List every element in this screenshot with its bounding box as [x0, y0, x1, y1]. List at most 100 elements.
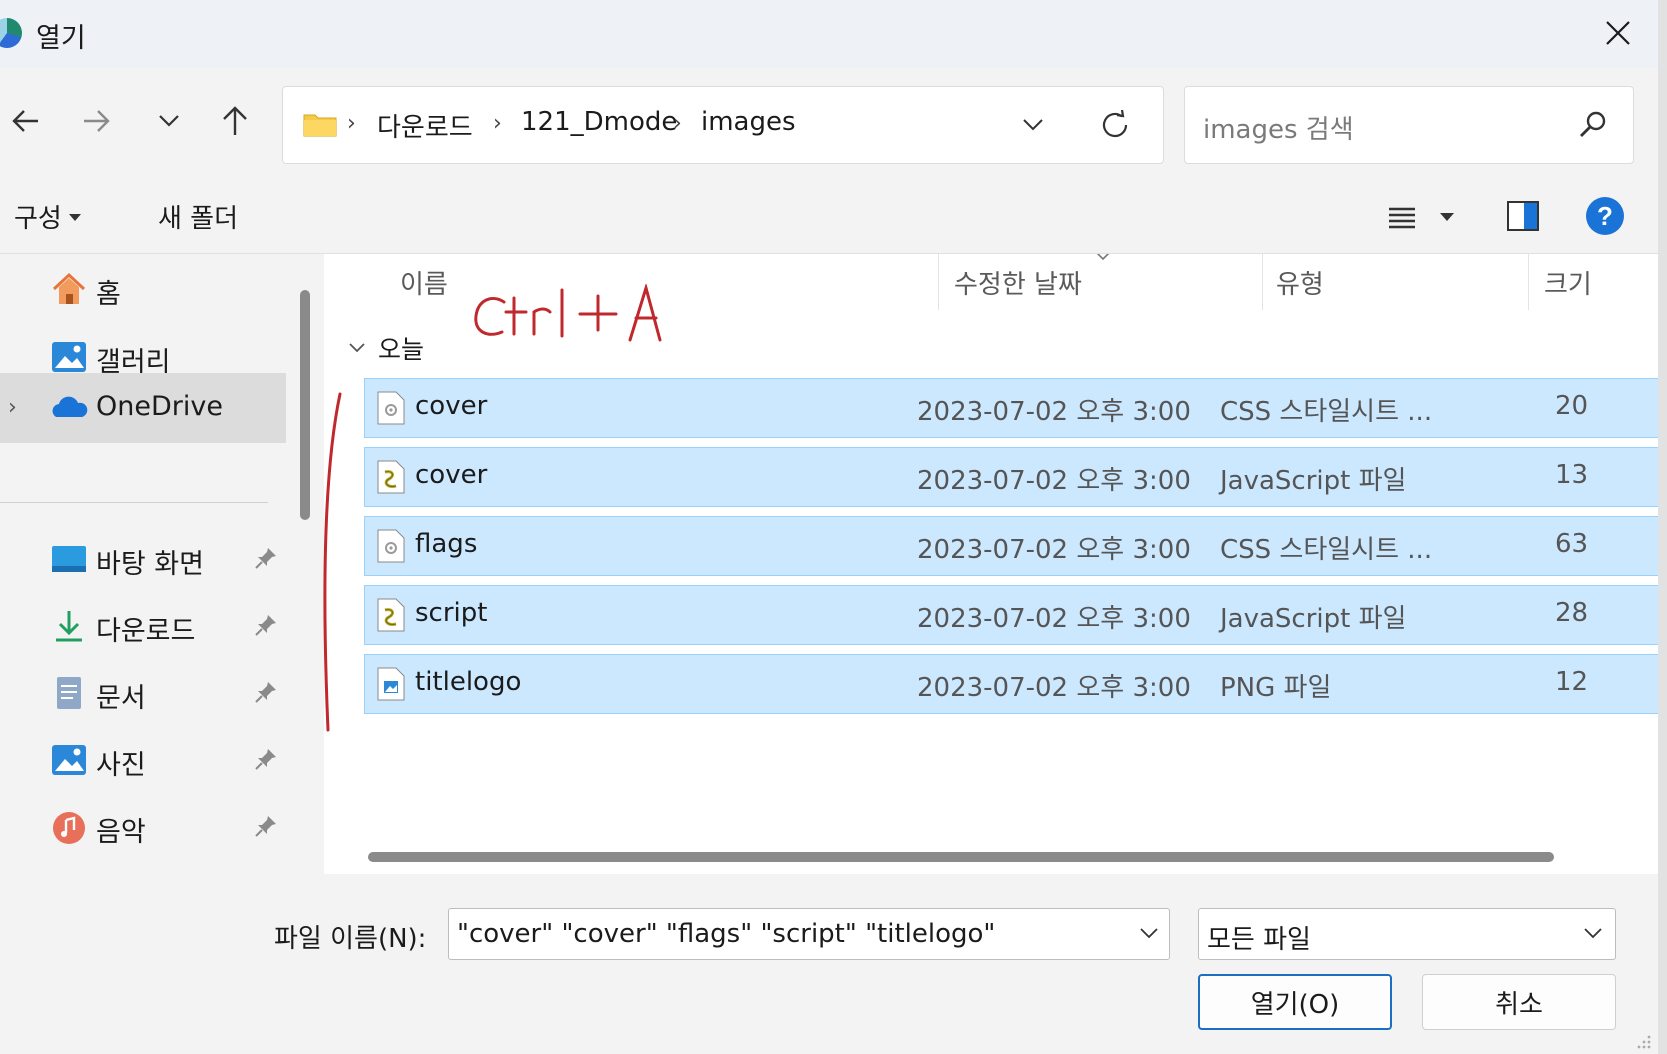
file-size: 28 [1555, 598, 1589, 628]
sidebar-item-documents[interactable]: 문서 [0, 658, 286, 728]
file-date: 2023-07-02 오후 3:00 [917, 397, 1191, 427]
sidebar-item-label: 다운로드 [96, 616, 196, 647]
js-file-icon [377, 460, 405, 494]
sidebar-item-label: OneDrive [96, 391, 223, 422]
filetype-select[interactable]: 모든 파일 [1198, 908, 1616, 960]
breadcrumb-separator: › [347, 111, 356, 136]
resize-grip-icon[interactable] [1636, 1034, 1652, 1050]
up-button[interactable] [210, 96, 260, 146]
sidebar-item-downloads[interactable]: 다운로드 [0, 591, 286, 661]
search-input[interactable]: images 검색 [1184, 86, 1634, 164]
chevron-down-icon [1023, 119, 1043, 131]
filename-input[interactable]: "cover" "cover" "flags" "script" "titlel… [448, 908, 1170, 960]
js-file-icon [377, 598, 405, 632]
open-button[interactable]: 열기(O) [1198, 974, 1392, 1030]
column-header-type[interactable]: 유형 [1276, 264, 1324, 301]
pin-icon[interactable] [254, 747, 278, 771]
arrow-up-icon [223, 106, 247, 135]
column-divider[interactable] [938, 254, 939, 310]
breadcrumb-images[interactable]: images [701, 107, 796, 137]
close-button[interactable] [1592, 10, 1644, 56]
file-row[interactable]: script 2023-07-02 오후 3:00 JavaScript 파일 … [364, 585, 1658, 645]
pin-icon[interactable] [254, 613, 278, 637]
sidebar-item-onedrive[interactable]: › OneDrive [0, 373, 286, 443]
file-date: 2023-07-02 오후 3:00 [917, 673, 1191, 703]
folder-icon [303, 114, 337, 137]
selection-bracket-annotation [323, 392, 342, 732]
chevron-down-icon [159, 115, 179, 127]
file-row[interactable]: cover 2023-07-02 오후 3:00 CSS 스타일시트 ... 2… [364, 378, 1658, 438]
sidebar-divider [0, 502, 268, 503]
file-date: 2023-07-02 오후 3:00 [917, 535, 1191, 565]
pin-icon[interactable] [254, 814, 278, 838]
column-header-name[interactable]: 이름 [400, 264, 448, 301]
search-placeholder: images 검색 [1203, 115, 1354, 145]
sidebar-item-label: 문서 [96, 683, 146, 714]
sidebar-item-pictures[interactable]: 사진 [0, 725, 286, 795]
file-type: CSS 스타일시트 ... [1220, 535, 1433, 565]
breadcrumb-downloads[interactable]: 다운로드 [377, 107, 473, 144]
sidebar-scrollbar[interactable] [300, 290, 310, 520]
horizontal-scrollbar[interactable] [368, 852, 1554, 862]
column-header-date[interactable]: 수정한 날짜 [954, 264, 1082, 301]
breadcrumb-separator: › [493, 111, 502, 136]
forward-button[interactable] [72, 96, 122, 146]
file-size: 63 [1555, 529, 1589, 559]
ctrl-a-annotation [474, 284, 662, 342]
css-file-icon [377, 391, 405, 425]
group-header-today[interactable]: 오늘 [348, 330, 424, 366]
file-size: 12 [1555, 667, 1589, 697]
column-divider[interactable] [1262, 254, 1263, 310]
recent-locations-button[interactable] [144, 96, 194, 146]
command-toolbar: 구성 새 폴더 ? [0, 182, 1658, 254]
view-list-icon[interactable] [1384, 200, 1420, 236]
expand-chevron-icon[interactable]: › [8, 395, 17, 420]
chevron-down-icon[interactable] [1139, 925, 1159, 941]
css-file-icon [377, 529, 405, 563]
chevron-down-icon [1584, 928, 1602, 939]
file-row[interactable]: titlelogo 2023-07-02 오후 3:00 PNG 파일 12 [364, 654, 1658, 714]
help-button[interactable]: ? [1586, 197, 1624, 235]
sidebar-item-desktop[interactable]: 바탕 화면 [0, 524, 286, 594]
sidebar-item-label: 사진 [96, 750, 146, 781]
view-options-caret-icon[interactable] [1438, 210, 1456, 224]
pin-icon[interactable] [254, 546, 278, 570]
column-divider[interactable] [1528, 254, 1529, 310]
file-row[interactable]: cover 2023-07-02 오후 3:00 JavaScript 파일 1… [364, 447, 1658, 507]
column-header-size[interactable]: 크기 [1544, 264, 1592, 301]
sidebar-item-home[interactable]: 홈 [0, 254, 286, 324]
new-folder-button[interactable]: 새 폴더 [158, 198, 238, 235]
back-button[interactable] [0, 96, 50, 146]
png-file-icon [377, 667, 405, 701]
file-name: cover [415, 391, 488, 421]
address-history-button[interactable] [1015, 107, 1051, 143]
sidebar-item-music[interactable]: 음악 [0, 792, 286, 862]
cancel-button[interactable]: 취소 [1422, 974, 1616, 1030]
address-bar[interactable]: › 다운로드 › 121_Dmode › images [282, 86, 1164, 164]
refresh-button[interactable] [1095, 105, 1135, 145]
app-icon [0, 18, 22, 48]
arrow-left-icon [12, 110, 38, 132]
sidebar-item-label: 홈 [96, 279, 121, 310]
document-icon [57, 677, 81, 709]
file-size: 20 [1555, 391, 1589, 421]
pin-icon[interactable] [254, 680, 278, 704]
music-icon [53, 812, 85, 844]
filename-value: "cover" "cover" "flags" "script" "titlel… [457, 919, 996, 949]
arrow-right-icon [84, 110, 110, 132]
filename-label: 파일 이름(N): [274, 924, 427, 954]
breadcrumb-121-dmode[interactable]: 121_Dmode [521, 107, 677, 137]
sort-caret-icon [1096, 254, 1110, 261]
file-row[interactable]: flags 2023-07-02 오후 3:00 CSS 스타일시트 ... 6… [364, 516, 1658, 576]
pictures-icon [52, 745, 86, 775]
dialog-footer: 파일 이름(N): "cover" "cover" "flags" "scrip… [0, 874, 1658, 1054]
file-name: flags [415, 529, 478, 559]
breadcrumb-separator: › [673, 111, 682, 136]
navigation-pane: 홈 갤러리 › OneDrive 바탕 화면 다운로드 문서 사진 음악 [0, 254, 300, 874]
organize-button[interactable]: 구성 [14, 198, 82, 235]
preview-pane-icon[interactable] [1506, 200, 1540, 232]
home-icon [52, 272, 86, 304]
search-icon [1580, 111, 1606, 137]
organize-label: 구성 [14, 204, 62, 234]
close-icon [1606, 21, 1630, 45]
